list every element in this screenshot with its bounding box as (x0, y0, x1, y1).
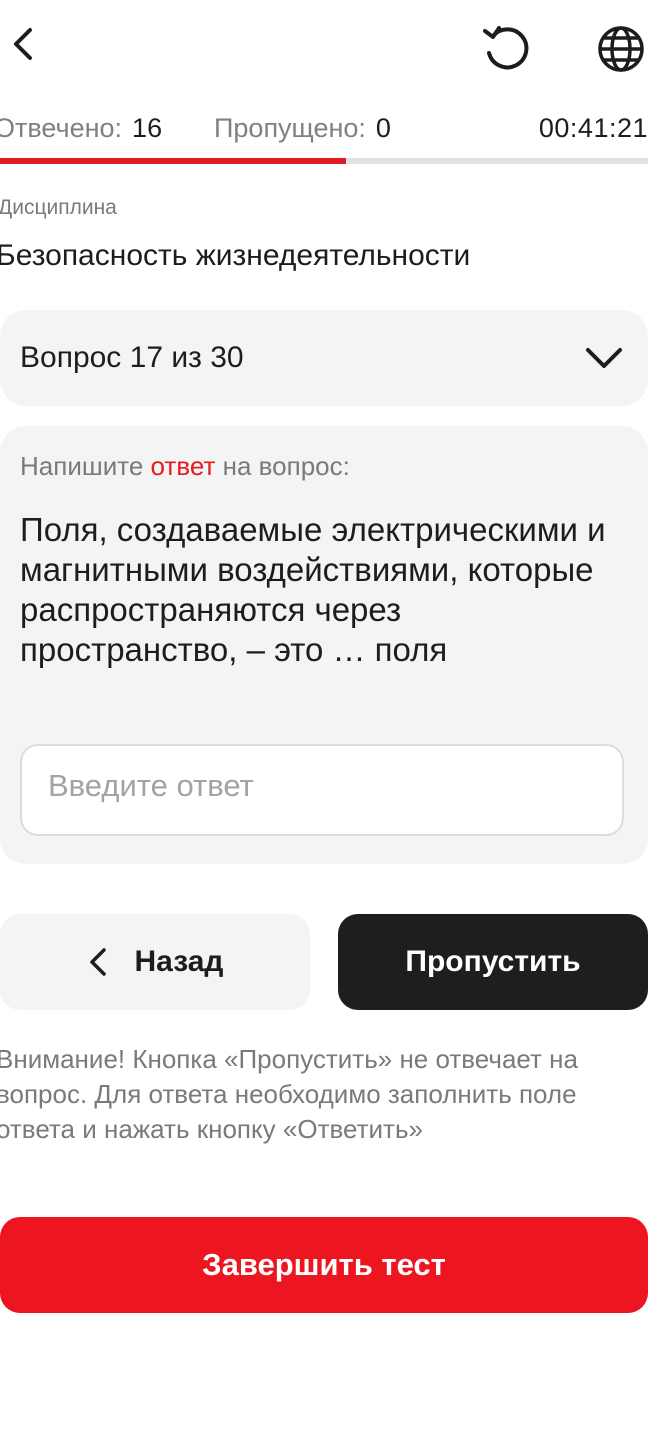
back-icon[interactable] (0, 22, 44, 66)
back-button-label: Назад (134, 945, 224, 978)
instruction-accent: ответ (150, 451, 216, 481)
question-selector[interactable]: Вопрос 17 из 30 (0, 310, 648, 406)
skip-button[interactable]: Пропустить (338, 914, 648, 1010)
discipline-value: Безопасность жизнедеятельности (0, 239, 471, 272)
answered-counter: Отвечено: 16 (0, 108, 162, 148)
finish-test-button[interactable]: Завершить тест (0, 1217, 648, 1313)
question-text: Поля, создаваемые электрическими и магни… (20, 511, 606, 668)
answer-input[interactable] (20, 744, 624, 836)
skip-button-label: Пропустить (405, 945, 581, 978)
question-card: Напишите ответ на вопрос: Поля, создавае… (0, 426, 648, 864)
chevron-left-icon (89, 948, 106, 976)
reset-icon[interactable] (480, 22, 534, 76)
answered-value: 16 (132, 113, 163, 143)
question-instruction: Напишите ответ на вопрос: (20, 448, 350, 484)
progress-bar (0, 158, 648, 164)
skipped-counter: Пропущено: 0 (214, 108, 391, 148)
skipped-label: Пропущено: (214, 113, 366, 143)
stats-row: Отвечено: 16 Пропущено: 0 00:41:21 (0, 108, 648, 148)
skip-warning: Внимание! Кнопка «Пропустить» не отвечае… (0, 1044, 578, 1144)
answered-label: Отвечено: (0, 113, 123, 143)
instruction-suffix: на вопрос: (222, 451, 350, 481)
globe-icon[interactable] (594, 22, 648, 76)
instruction-prefix: Напишите (20, 451, 144, 481)
skipped-value: 0 (375, 113, 391, 143)
question-counter: Вопрос 17 из 30 (20, 341, 244, 374)
progress-fill (0, 158, 346, 164)
discipline-label: Дисциплина (0, 196, 117, 219)
timer: 00:41:21 (538, 113, 648, 143)
finish-test-button-label: Завершить тест (202, 1247, 446, 1282)
back-button[interactable]: Назад (0, 914, 310, 1010)
chevron-down-icon (586, 348, 622, 368)
